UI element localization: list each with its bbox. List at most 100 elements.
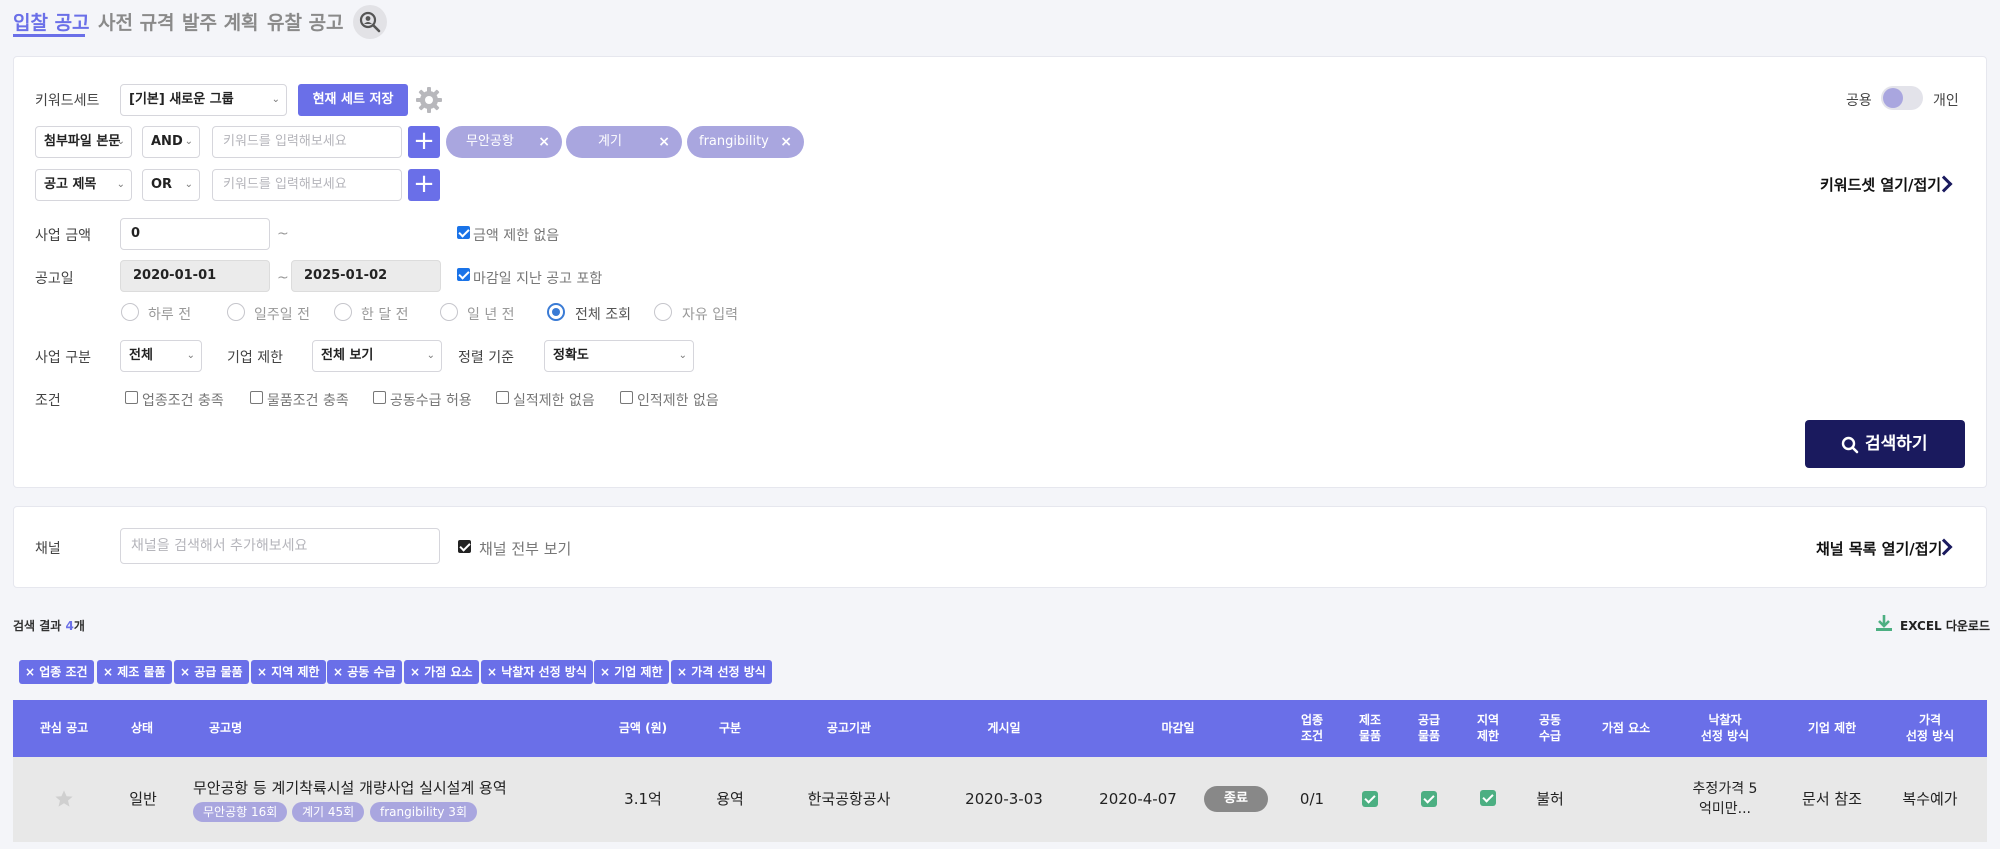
business-type-value: 전체 [129,348,153,363]
keyword-chip: frangibility × [687,126,804,158]
sort-select[interactable]: 정확도 ⌄ [544,340,694,372]
row-status: 일반 [129,790,157,808]
filter-tag[interactable]: × 가점 요소 [404,660,479,684]
col-price-line2: 선정 방식 [1905,729,1955,743]
download-icon[interactable] [1874,613,1894,633]
channel-list-toggle-link[interactable]: 채널 목록 열기/접기 [1816,538,1942,559]
active-tab-indicator [13,34,85,37]
row-deadline: 2020-4-07 [1099,790,1177,808]
condition-checkbox-personnel[interactable] [620,391,633,404]
tab-order-plan[interactable]: 발주 계획 [182,8,259,35]
channel-search-input[interactable]: 채널을 검색해서 추가해보세요 [120,528,440,564]
date-tilde: ~ [277,270,289,286]
add-keyword-button-2[interactable]: + [408,169,440,201]
sort-label: 정렬 기준 [458,350,514,366]
filter-tag[interactable]: × 낙찰자 선정 방식 [481,660,593,684]
row-industry: 0/1 [1299,790,1325,808]
col-price[interactable]: 가격 선정 방식 [1906,712,1954,744]
preset-label-week: 일주일 전 [254,307,310,323]
col-amount[interactable]: 금액 (원) [619,720,667,736]
company-limit-select[interactable]: 전체 보기 ⌄ [312,340,442,372]
condition-checkbox-joint[interactable] [373,391,386,404]
business-type-select[interactable]: 전체 ⌄ [120,340,202,372]
include-closed-checkbox[interactable] [457,268,470,281]
keyword-operator-select-1[interactable]: AND ⌄ [142,126,200,158]
scope-toggle[interactable] [1881,86,1923,110]
filter-tag[interactable]: × 기업 제한 [594,660,669,684]
tab-bid-notice[interactable]: 입찰 공고 [13,8,90,35]
keyword-input-2[interactable]: 키워드를 입력해보세요 [212,169,402,201]
close-icon[interactable]: × [538,126,550,158]
col-joint[interactable]: 공동 수급 [1539,712,1561,744]
col-bonus[interactable]: 가점 요소 [1602,720,1650,736]
conditions-label: 조건 [35,393,61,409]
preset-radio-custom[interactable] [654,303,672,321]
gear-icon[interactable] [414,85,444,115]
tab-pre-spec[interactable]: 사전 규격 [98,8,175,35]
col-name[interactable]: 공고명 [209,720,242,736]
keyword-field-value-2: 공고 제목 [44,177,97,192]
col-region[interactable]: 지역제한 [1477,712,1499,744]
search-person-icon[interactable] [353,5,387,39]
keyword-field-select-2[interactable]: 공고 제목 ⌄ [35,169,132,201]
filter-tag[interactable]: × 공급 물품 [174,660,249,684]
table-row[interactable]: 일반 무안공항 등 계기착륙시설 개량사업 실시설계 용역 무안공항 16회 계… [13,757,1987,842]
col-status[interactable]: 상태 [131,720,153,736]
col-region-line2: 제한 [1476,729,1500,743]
star-icon[interactable] [54,789,74,809]
row-title[interactable]: 무안공항 등 계기착륙시설 개량사업 실시설계 용역 [193,777,507,798]
col-type[interactable]: 구분 [719,720,741,736]
business-type-label: 사업 구분 [35,350,91,366]
close-icon[interactable]: × [658,126,670,158]
col-company[interactable]: 기업 제한 [1808,720,1856,736]
date-to-input[interactable]: 2025-01-02 [291,260,441,292]
filter-tag[interactable]: × 업종 조건 [19,660,94,684]
col-mfg[interactable]: 제조 물품 [1359,712,1381,744]
preset-radio-day[interactable] [121,303,139,321]
filter-tag[interactable]: × 공동 수급 [327,660,402,684]
col-winner[interactable]: 낙찰자 선정 방식 [1701,712,1749,744]
keyword-set-toggle-link[interactable]: 키워드셋 열기/접기 [1820,174,1941,195]
col-posted[interactable]: 게시일 [987,720,1020,736]
add-keyword-button-1[interactable]: + [408,126,440,158]
keyword-operator-select-2[interactable]: OR ⌄ [142,169,200,201]
condition-checkbox-performance[interactable] [496,391,509,404]
channel-show-all-checkbox[interactable] [458,540,471,553]
keyword-set-label: 키워드세트 [35,93,100,109]
keyword-field-select-1[interactable]: 첨부파일 본문 ⌄ [35,126,132,158]
amount-label: 사업 금액 [35,228,91,244]
close-icon[interactable]: × [780,126,792,158]
search-button[interactable]: 검색하기 [1805,420,1965,468]
amount-min-input[interactable]: 0 [120,218,270,250]
keyword-set-select[interactable]: [기본] 새로운 그룹 ⌄ [120,84,287,116]
amount-no-limit-checkbox[interactable] [457,226,470,239]
row-amount: 3.1억 [624,790,662,808]
col-supply[interactable]: 공급 물품 [1418,712,1440,744]
tab-failed-bid[interactable]: 유찰 공고 [267,8,344,35]
save-set-button[interactable]: 현재 세트 저장 [298,84,408,116]
filter-tag[interactable]: × 가격 선정 방식 [671,660,772,684]
preset-radio-week[interactable] [227,303,245,321]
col-region-line1: 지역 [1476,713,1500,727]
col-deadline[interactable]: 마감일 [1161,720,1194,736]
filter-tag[interactable]: × 지역 제한 [251,660,326,684]
preset-radio-month[interactable] [334,303,352,321]
col-fav[interactable]: 관심 공고 [40,720,88,736]
col-mfg-line2: 물품 [1358,729,1382,743]
preset-radio-year[interactable] [440,303,458,321]
filter-tag[interactable]: × 제조 물품 [97,660,172,684]
keyword-input-1[interactable]: 키워드를 입력해보세요 [212,126,402,158]
keyword-set-value: [기본] 새로운 그룹 [129,92,234,107]
excel-download-link[interactable]: EXCEL 다운로드 [1900,617,1990,634]
channel-show-all-label: 채널 전부 보기 [479,540,572,558]
scope-private-label: 개인 [1933,93,1959,109]
condition-label-industry: 업종조건 충족 [142,393,224,409]
date-from-input[interactable]: 2020-01-01 [120,260,270,292]
col-industry[interactable]: 업종 조건 [1301,712,1323,744]
col-agency[interactable]: 공고기관 [827,720,871,736]
filter-tag-label: 공급 물품 [194,665,243,679]
condition-checkbox-industry[interactable] [125,391,138,404]
keyword-operator-value-1: AND [151,134,183,149]
preset-radio-all[interactable] [547,303,565,321]
condition-checkbox-goods[interactable] [250,391,263,404]
